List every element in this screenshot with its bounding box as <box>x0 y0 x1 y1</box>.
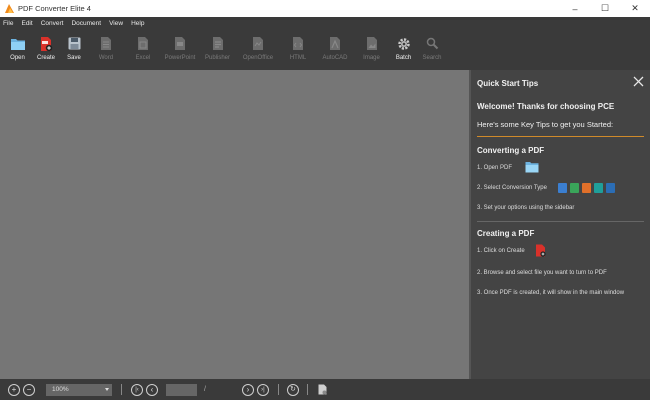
folder-icon <box>10 35 26 52</box>
divider <box>121 384 122 395</box>
powerpoint-icon[interactable] <box>581 182 591 193</box>
zoom-out-icon[interactable]: − <box>23 383 35 396</box>
convert-autocad-button[interactable]: AutoCAD <box>316 29 354 61</box>
save-icon <box>66 35 82 52</box>
menu-file[interactable]: File <box>0 20 17 27</box>
creating-heading: Creating a PDF <box>477 229 535 238</box>
page-number-input[interactable] <box>166 383 197 396</box>
html-doc-icon <box>290 35 306 52</box>
document-view-area[interactable] <box>0 70 469 379</box>
title-bar: PDF Converter Elite 4 – ☐ ✕ <box>0 0 650 17</box>
folder-icon[interactable] <box>525 161 539 175</box>
chevron-down-icon <box>105 387 109 391</box>
gear-icon <box>396 35 412 52</box>
close-window-button[interactable]: ✕ <box>620 0 650 17</box>
convert-html-button[interactable]: HTML <box>280 29 316 61</box>
search-button[interactable]: Search <box>418 29 446 61</box>
document-properties-icon[interactable] <box>318 384 327 395</box>
divider <box>306 384 308 395</box>
minimize-button[interactable]: – <box>560 0 590 17</box>
rotate-icon[interactable]: ↻ <box>286 383 299 396</box>
app-logo-icon <box>4 3 15 14</box>
convert-excel-button[interactable]: Excel <box>125 29 161 61</box>
excel-doc-icon <box>135 35 151 52</box>
word-doc-icon <box>98 35 114 52</box>
maximize-button[interactable]: ☐ <box>590 0 620 17</box>
quick-start-panel: Quick Start Tips Welcome! Thanks for cho… <box>471 70 650 379</box>
open-button[interactable]: Open <box>4 29 31 61</box>
menu-view[interactable]: View <box>105 20 127 27</box>
quick-start-title: Quick Start Tips <box>477 78 539 88</box>
welcome-subtitle: Here's some Key Tips to get you Started: <box>477 120 614 129</box>
close-panel-icon[interactable] <box>633 76 644 87</box>
publisher-doc-icon <box>210 35 226 52</box>
save-button[interactable]: Save <box>61 29 87 61</box>
quick-start-header: Quick Start Tips <box>471 70 650 96</box>
zoom-in-icon[interactable]: + <box>8 383 20 396</box>
window-title: PDF Converter Elite 4 <box>18 4 91 13</box>
zoom-select[interactable]: 100% <box>46 383 112 396</box>
publisher-icon[interactable] <box>593 182 603 193</box>
next-page-icon[interactable]: › <box>241 383 254 396</box>
first-page-icon[interactable]: |‹ <box>131 383 143 396</box>
create-step-1: 1. Click on Create <box>471 244 650 258</box>
menu-document[interactable]: Document <box>67 20 105 27</box>
convert-step-1: 1. Open PDF <box>471 160 650 175</box>
menu-convert[interactable]: Convert <box>37 20 68 27</box>
converting-heading: Converting a PDF <box>477 146 545 155</box>
menu-edit[interactable]: Edit <box>17 20 36 27</box>
accent-divider <box>477 136 644 137</box>
search-icon <box>424 35 440 52</box>
window-controls: – ☐ ✕ <box>560 0 650 17</box>
previous-page-icon[interactable]: ‹ <box>146 383 158 396</box>
batch-button[interactable]: Batch <box>389 29 418 61</box>
create-pdf-icon[interactable] <box>535 244 546 259</box>
status-bar: + − 100% |‹ ‹ / › ›| ↻ <box>0 379 650 400</box>
convert-word-button[interactable]: Word <box>87 29 125 61</box>
last-page-icon[interactable]: ›| <box>256 383 269 396</box>
word-icon[interactable] <box>557 182 567 193</box>
powerpoint-doc-icon <box>172 35 188 52</box>
page-separator: / <box>204 386 206 393</box>
convert-powerpoint-button[interactable]: PowerPoint <box>161 29 199 61</box>
convert-step-2: 2. Select Conversion Type <box>471 180 650 195</box>
excel-icon[interactable] <box>569 182 579 193</box>
create-step-3: 3. Once PDF is created, it will show in … <box>477 290 625 296</box>
divider <box>277 384 279 395</box>
autocad-doc-icon <box>327 35 343 52</box>
convert-image-button[interactable]: Image <box>354 29 389 61</box>
welcome-heading: Welcome! Thanks for choosing PCE <box>477 102 615 111</box>
section-divider <box>477 221 644 222</box>
convert-openoffice-button[interactable]: OpenOffice <box>236 29 280 61</box>
create-step-2: 2. Browse and select file you want to tu… <box>477 270 607 276</box>
create-pdf-icon <box>38 35 54 52</box>
menu-bar: File Edit Convert Document View Help <box>0 17 650 29</box>
openoffice-doc-icon <box>250 35 266 52</box>
image-doc-icon <box>364 35 380 52</box>
more-formats-icon[interactable] <box>605 182 615 193</box>
conversion-type-icons <box>557 182 618 193</box>
menu-help[interactable]: Help <box>127 20 148 27</box>
convert-publisher-button[interactable]: Publisher <box>199 29 236 61</box>
toolbar: Open Create Save Word Excel PowerPoint P… <box>0 29 650 70</box>
create-button[interactable]: Create <box>31 29 61 61</box>
convert-step-3: 3. Set your options using the sidebar <box>477 205 575 211</box>
